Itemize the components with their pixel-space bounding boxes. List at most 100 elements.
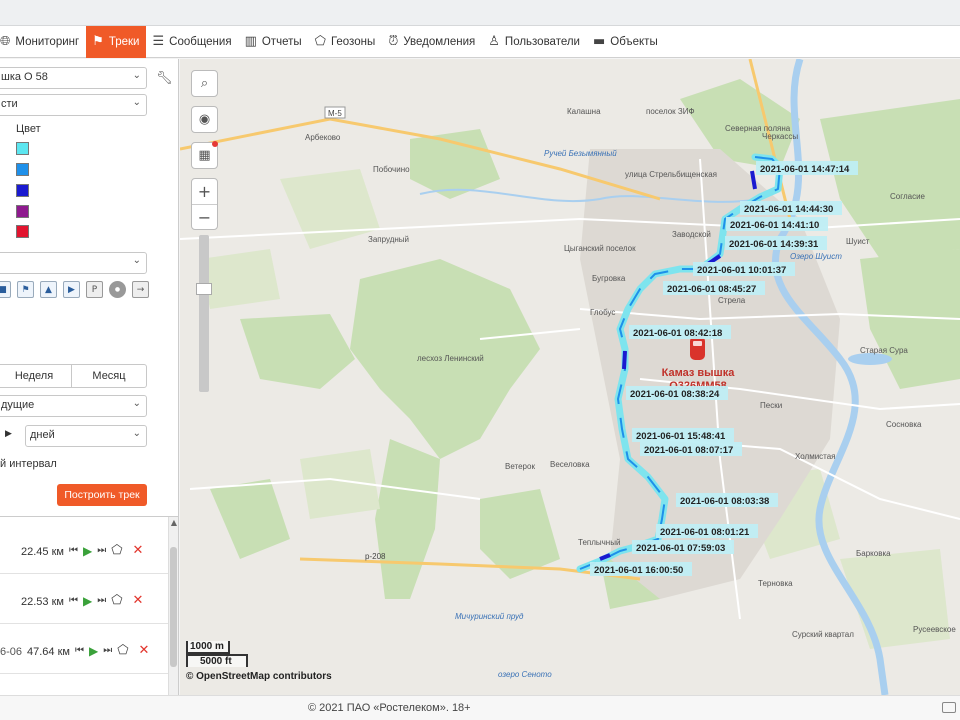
place-label: Озеро Шуист xyxy=(790,252,842,261)
skip-back-icon[interactable]: ⏮ xyxy=(69,595,78,606)
chevron-down-icon: ⌄ xyxy=(132,428,141,439)
place-label: Глобус xyxy=(590,308,615,317)
track-option-icons: ■ ⚑ ▲ ▶ P ● → xyxy=(0,281,149,298)
map-search-button[interactable]: ⌕ xyxy=(191,70,218,97)
track-time-label: 2021-06-01 10:01:37 xyxy=(697,265,786,276)
place-label: Стрела xyxy=(718,296,746,305)
nav-monitoring[interactable]: 🌐︎ Мониторинг xyxy=(0,26,86,58)
track-time-label: 2021-06-01 07:59:03 xyxy=(636,543,725,554)
period-month[interactable]: Месяц xyxy=(71,365,146,387)
place-label: Цыганский поселок xyxy=(564,244,636,253)
place-label: Арбеково xyxy=(305,133,341,142)
track-row[interactable]: 22.45 км ⏮ ▶ ⏭ ⬠ ✕ xyxy=(0,524,168,574)
period-mode-select[interactable]: дущие ⌄ xyxy=(0,395,147,417)
search-icon: ⌕ xyxy=(200,76,209,91)
color-swatch-3[interactable] xyxy=(16,184,29,197)
nav-objects[interactable]: ▬ Объекты xyxy=(587,26,665,58)
track-time-label: 2021-06-01 08:01:21 xyxy=(660,527,750,538)
wrench-icon[interactable]: 🔧︎ xyxy=(156,71,173,86)
map-attribution[interactable]: © OpenStreetMap contributors xyxy=(186,671,332,682)
zoom-in-button[interactable]: + xyxy=(192,179,217,204)
place-label: Заводской xyxy=(672,230,711,239)
map-scale: 1000 m 5000 ft xyxy=(186,641,248,667)
alarm-clock-icon: ⏰︎ xyxy=(388,34,399,49)
track-distance: 47.64 км xyxy=(27,646,70,658)
track-controls: ⏮ ▶ ⏭ ⬠ ✕ xyxy=(69,543,143,558)
build-track-button[interactable]: Построить трек xyxy=(57,484,147,506)
color-swatch-4[interactable] xyxy=(16,205,29,218)
option-select[interactable]: ⌄ xyxy=(0,252,147,274)
place-label: Ветерок xyxy=(505,462,535,471)
browser-top-strip xyxy=(0,0,960,26)
skip-forward-icon[interactable]: ⏭ xyxy=(103,645,112,656)
skip-forward-icon[interactable]: ⏭ xyxy=(97,545,106,556)
track-list-scrollbar[interactable]: ▲ xyxy=(168,517,178,695)
route-icon[interactable]: ⬠ xyxy=(111,593,122,608)
track-type-select[interactable]: сти ⌄ xyxy=(0,94,147,116)
nav-notifications[interactable]: ⏰︎ Уведомления xyxy=(382,26,482,58)
nav-users[interactable]: ♙ Пользователи xyxy=(482,26,587,58)
period-unit-select[interactable]: дней ⌄ xyxy=(25,425,147,447)
delete-icon[interactable]: ✕ xyxy=(133,543,144,558)
delete-icon[interactable]: ✕ xyxy=(133,593,144,608)
place-label: озеро Сеното xyxy=(498,670,552,679)
nav-tracks[interactable]: ⚑ Треки xyxy=(86,25,147,58)
place-label: Теплычный xyxy=(578,538,620,547)
map-streets xyxy=(180,158,960,620)
vehicle-name-label: Камаз вышка xyxy=(662,367,736,379)
nav-geozones[interactable]: ⬠ Геозоны xyxy=(309,26,383,58)
play-icon[interactable]: ▶ xyxy=(83,544,92,558)
color-swatch-1[interactable] xyxy=(16,142,29,155)
track-distance: 22.53 км xyxy=(21,596,64,608)
delete-icon[interactable]: ✕ xyxy=(139,643,150,658)
place-label: улица Стрельбищенская xyxy=(625,170,717,179)
track-time-label: 2021-06-01 08:38:24 xyxy=(630,389,720,400)
zoom-out-button[interactable]: − xyxy=(192,204,217,229)
map-canvas: Камаз вышка О326ММ58 2021-06-01 14:47:14… xyxy=(180,59,960,695)
play-icon[interactable]: ▶ xyxy=(89,644,98,658)
image-icon[interactable]: ▲ xyxy=(40,281,57,298)
place-label: лесхоз Ленинский xyxy=(417,354,484,363)
arrow-right-icon[interactable]: → xyxy=(132,281,149,298)
track-row[interactable]: 6-06 47.64 км ⏮ ▶ ⏭ ⬠ ✕ xyxy=(0,624,168,674)
zoom-slider[interactable] xyxy=(199,235,209,392)
scale-metric: 1000 m xyxy=(186,641,230,654)
flag-icon[interactable]: ⚑ xyxy=(17,281,34,298)
track-row[interactable]: 22.53 км ⏮ ▶ ⏭ ⬠ ✕ xyxy=(0,574,168,624)
unit-select[interactable]: шка О 58 ⌄ xyxy=(0,67,147,89)
place-label: Черкассы xyxy=(762,132,798,141)
skip-forward-icon[interactable]: ⏭ xyxy=(97,595,106,606)
map-visibility-button[interactable]: ◉ xyxy=(191,106,218,133)
square-icon[interactable]: ■ xyxy=(0,281,11,298)
stop-icon[interactable]: ● xyxy=(109,281,126,298)
parking-icon[interactable]: P xyxy=(86,281,103,298)
track-time-label: 2021-06-01 08:03:38 xyxy=(680,496,769,507)
route-icon[interactable]: ⬠ xyxy=(117,643,128,658)
color-swatch-2[interactable] xyxy=(16,163,29,176)
scroll-thumb[interactable] xyxy=(170,547,177,667)
place-label: Запрудный xyxy=(368,235,409,244)
place-label: Терновка xyxy=(758,579,793,588)
color-swatch-5[interactable] xyxy=(16,225,29,238)
track-time-label: 2021-06-01 08:07:17 xyxy=(644,445,733,456)
chevron-down-icon: ⌄ xyxy=(132,398,141,409)
track-date: 6-06 xyxy=(0,646,23,658)
video-icon[interactable]: ▶ xyxy=(63,281,80,298)
triangle-right-icon[interactable]: ▶ xyxy=(5,429,12,439)
period-week[interactable]: Неделя xyxy=(0,365,71,387)
scroll-up-icon[interactable]: ▲ xyxy=(171,518,177,527)
play-icon[interactable]: ▶ xyxy=(83,594,92,608)
nav-reports[interactable]: ▥ Отчеты xyxy=(239,26,309,58)
keyboard-icon[interactable] xyxy=(942,702,956,713)
map-view[interactable]: Камаз вышка О326ММ58 2021-06-01 14:47:14… xyxy=(180,59,960,695)
route-icon[interactable]: ⬠ xyxy=(111,543,122,558)
period-segment: Неделя Месяц xyxy=(0,364,147,388)
skip-back-icon[interactable]: ⏮ xyxy=(75,645,84,656)
nav-messages[interactable]: ☰ Сообщения xyxy=(146,26,238,58)
skip-back-icon[interactable]: ⏮ xyxy=(69,545,78,556)
zoom-slider-handle[interactable] xyxy=(196,283,212,295)
map-layers-icon: ▦ xyxy=(198,148,211,163)
copyright-text: © 2021 ПАО «Ростелеком». 18+ xyxy=(308,702,471,714)
message-list-icon: ☰ xyxy=(152,34,165,49)
place-label: Веселовка xyxy=(550,460,590,469)
